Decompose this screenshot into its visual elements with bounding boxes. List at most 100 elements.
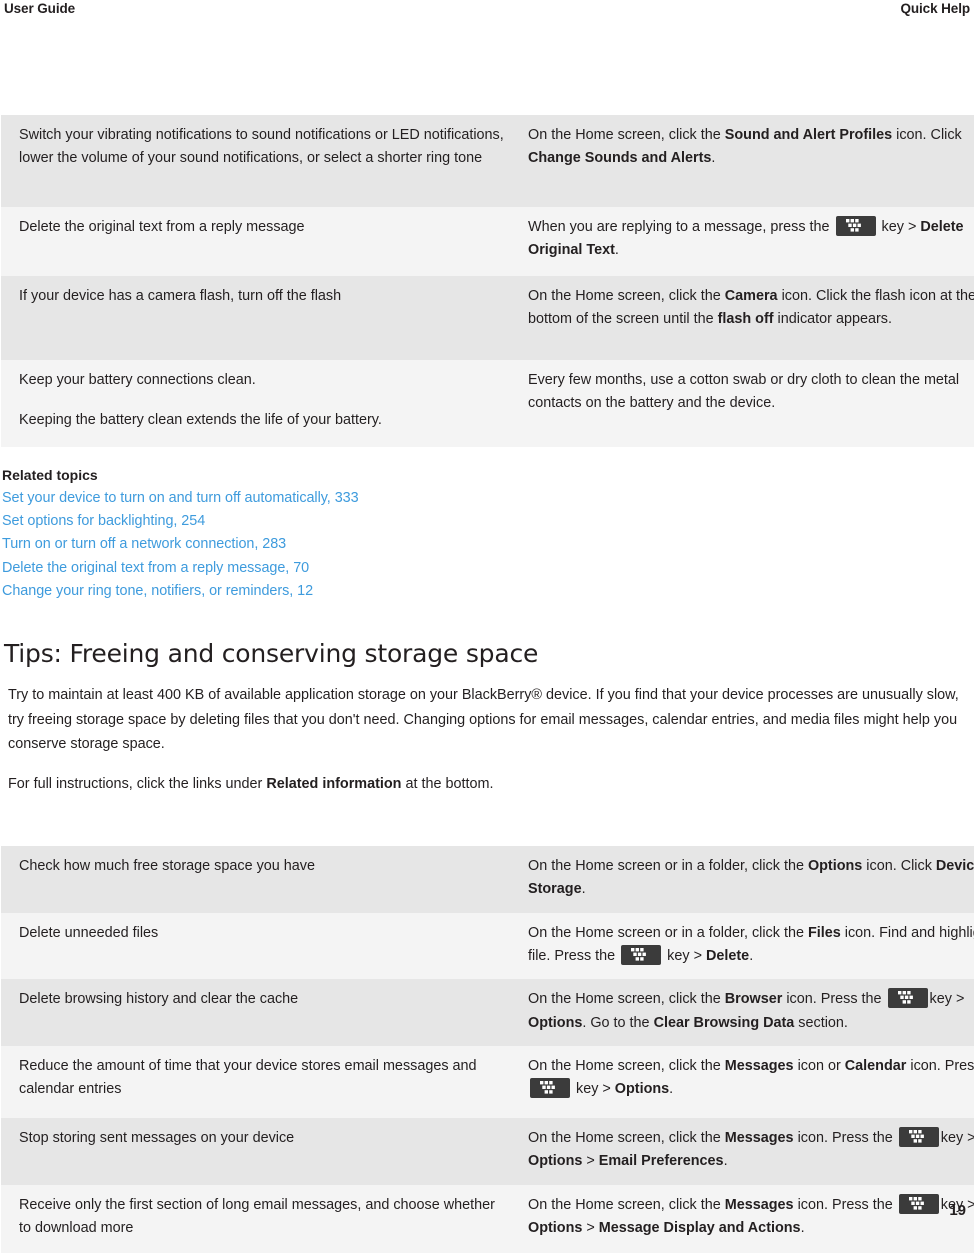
table-row: Switch your vibrating notifications to s… [1,115,974,207]
steps-part: icon. Press the [793,1196,897,1213]
table-cell-task: Delete unneeded files [1,912,516,980]
steps-part: key > [572,1081,615,1098]
steps-part: key > [877,219,921,235]
steps-part: On the Home screen or in a folder, click… [528,924,808,941]
blackberry-menu-key-icon [887,988,928,1009]
related-topic-link[interactable]: Change your ring tone, notifiers, or rem… [2,580,974,603]
steps-bold: Message Display and Actions [598,1220,801,1237]
section-heading: Tips: Freeing and conserving storage spa… [4,639,539,669]
steps-bold: Sound and Alert Profiles [724,127,893,143]
table-cell-task: Keep your battery connections clean. Kee… [1,360,516,447]
steps-text: On the Home screen or in a folder, click… [528,855,974,902]
steps-bold: Options [528,1153,583,1170]
table-row: Reduce the amount of time that your devi… [1,1046,974,1119]
steps-text: On the Home screen, click the Messages i… [528,1055,974,1102]
steps-part: icon. Press the [910,1058,974,1075]
steps-text: On the Home screen, click the Sound and … [528,124,974,171]
steps-text: When you are replying to a message, pres… [528,216,974,263]
steps-part: icon. Click [892,127,962,143]
steps-bold: Options [528,1220,583,1237]
task-text-line2: Keeping the battery clean extends the li… [19,412,382,429]
task-text: Stop storing sent messages on your devic… [19,1130,295,1147]
steps-bold: Device [935,858,974,875]
steps-bold: Messages [724,1196,794,1213]
task-text: Switch your vibrating notifications to s… [19,127,504,167]
page-content: Switch your vibrating notifications to s… [0,0,974,1253]
related-topic-link[interactable]: Delete the original text from a reply me… [2,557,974,580]
steps-part: . [614,242,619,259]
blackberry-menu-key-icon [898,1193,939,1214]
table-row: Delete unneeded files On the Home screen… [1,912,974,980]
table-cell-task: Delete browsing history and clear the ca… [1,979,516,1047]
steps-bold: Calendar [844,1058,907,1075]
steps-bold: Messages [724,1130,794,1147]
table-row: Keep your battery connections clean. Kee… [1,360,974,447]
task-text: Delete browsing history and clear the ca… [19,991,299,1008]
steps-part: . [581,881,586,898]
task-text: Delete the original text from a reply me… [19,219,305,235]
steps-bold: Email Preferences [598,1153,724,1170]
table-cell-steps: On the Home screen, click the Sound and … [516,115,974,207]
steps-part: On the Home screen, click the [528,1130,725,1147]
table-row: Delete browsing history and clear the ca… [1,979,974,1047]
table-cell-steps: On the Home screen, click the Browser ic… [516,979,974,1047]
battery-tips-table: Switch your vibrating notifications to s… [1,115,974,447]
instructions-part: at the bottom. [401,775,494,792]
steps-bold: Files [807,924,841,941]
blackberry-menu-key-icon [835,216,876,236]
table-cell-task: Delete the original text from a reply me… [1,207,516,276]
related-topics-title: Related topics [2,467,98,483]
steps-part: . Go to the [582,1014,654,1031]
steps-part: On the Home screen, click the [528,1196,725,1213]
steps-part: When you are replying to a message, pres… [528,219,834,235]
steps-text: On the Home screen, click the Browser ic… [528,988,974,1035]
table-cell-steps: On the Home screen, click the Messages i… [516,1184,974,1253]
steps-bold: Storage [528,881,582,898]
page-number: 19 [949,1202,966,1219]
task-text: Check how much free storage space you ha… [19,858,315,875]
table-row: Receive only the first section of long e… [1,1184,974,1253]
steps-part: section. [794,1014,848,1031]
steps-bold: Delete [705,948,750,965]
steps-part: icon. Press the [782,991,886,1008]
table-cell-steps: Every few months, use a cotton swab or d… [516,360,974,447]
table-cell-steps: On the Home screen or in a folder, click… [516,912,974,980]
steps-part: On the Home screen, click the [528,1058,725,1075]
steps-part: On the Home screen or in a folder, click… [528,858,808,875]
steps-part: . [723,1153,728,1170]
steps-part: > [582,1153,599,1170]
steps-part: indicator appears. [773,311,892,328]
steps-part: On the Home screen, click the [528,991,725,1008]
steps-bold: Options [614,1081,670,1098]
steps-part: > [582,1220,599,1237]
steps-bold: Options [528,1014,583,1031]
steps-bold: Camera [724,288,778,304]
table-cell-steps: On the Home screen or in a folder, click… [516,846,974,913]
steps-text: On the Home screen or in a folder, click… [528,922,974,969]
related-topic-link[interactable]: Set options for backlighting, 254 [2,510,974,533]
storage-tips-table: Check how much free storage space you ha… [1,846,974,1253]
table-cell-task: Reduce the amount of time that your devi… [1,1046,516,1119]
table-cell-steps: On the Home screen, click the Messages i… [516,1046,974,1119]
related-topic-link[interactable]: Turn on or turn off a network connection… [2,533,974,556]
table-cell-task: Switch your vibrating notifications to s… [1,115,516,207]
table-cell-task: If your device has a camera flash, turn … [1,276,516,360]
task-text: If your device has a camera flash, turn … [19,288,342,304]
task-text-line1: Keep your battery connections clean. [19,372,256,388]
steps-text: On the Home screen, click the Messages i… [528,1127,974,1174]
steps-part: On the Home screen, click the [528,127,725,143]
table-cell-task: Receive only the first section of long e… [1,1184,516,1253]
steps-bold: Messages [724,1058,794,1075]
table-cell-steps: On the Home screen, click the Messages i… [516,1118,974,1185]
table-row: Delete the original text from a reply me… [1,207,974,276]
related-topics-block: Related topics Set your device to turn o… [2,465,974,603]
related-topic-link[interactable]: Set your device to turn on and turn off … [2,487,974,510]
steps-part: . [749,948,754,965]
blackberry-menu-key-icon [530,1078,570,1099]
table-cell-steps: When you are replying to a message, pres… [516,207,974,276]
steps-part: key > [663,948,706,965]
steps-bold: flash off [717,311,774,328]
table-cell-steps: On the Home screen, click the Camera ico… [516,276,974,360]
steps-part: . [669,1081,674,1098]
table-row: Check how much free storage space you ha… [1,846,974,913]
